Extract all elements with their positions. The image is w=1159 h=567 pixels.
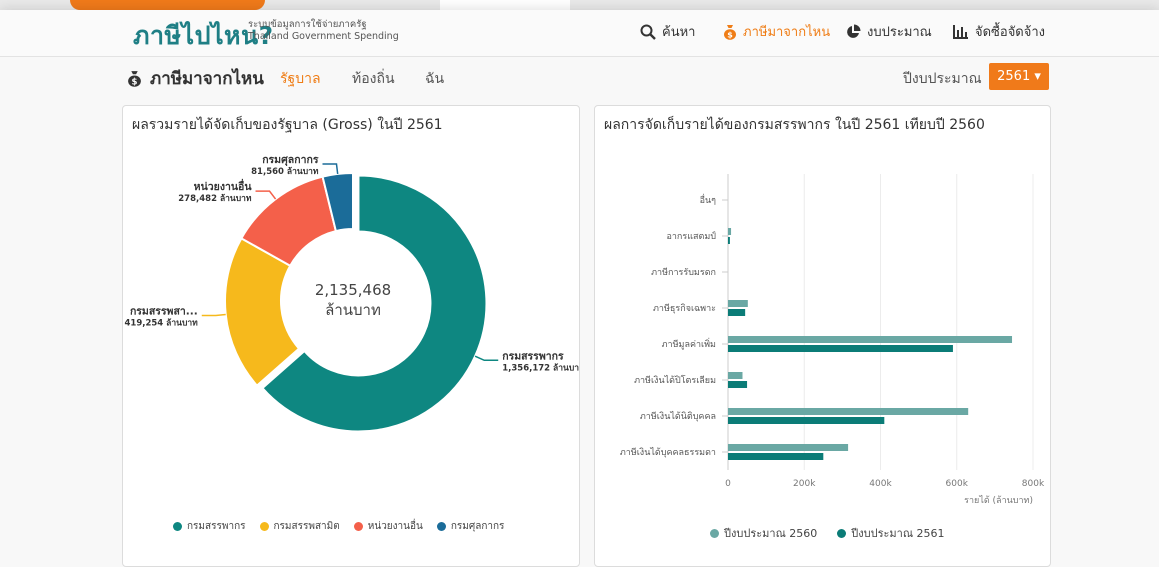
donut-center-unit: ล้านบาท (325, 301, 381, 319)
svg-text:$: $ (727, 30, 733, 39)
donut-value-label: 1,356,172 ล้านบาท (502, 362, 579, 373)
legend-label: กรมสรรพากร (187, 521, 246, 532)
y-tick-label: ภาษีเงินได้นิติบุคคล (640, 411, 716, 422)
legend-item[interactable]: ปีงบประมาณ 2561 (837, 524, 945, 542)
money-bag-icon: $ (724, 24, 736, 40)
x-tick-label: 800k (1022, 479, 1045, 489)
budget-year-label: ปีงบประมาณ (903, 71, 982, 87)
bar[interactable] (728, 228, 732, 235)
nav-tax-source[interactable]: $ ภาษีมาจากไหน (723, 21, 830, 42)
budget-year-select[interactable]: 2561 ▾ (989, 63, 1049, 90)
legend-label: กรมสรรพสามิต (273, 521, 340, 532)
legend-swatch (837, 528, 847, 538)
y-tick-label: ภาษีเงินได้บุคคลธรรมดา (620, 447, 716, 458)
svg-text:$: $ (132, 77, 138, 87)
bar[interactable] (728, 417, 885, 424)
bar[interactable] (728, 372, 743, 379)
donut-leader-line (201, 313, 226, 317)
tab-me[interactable]: ฉัน (425, 68, 444, 90)
nav-procurement[interactable]: จัดซื้อจัดจ้าง (952, 21, 1045, 42)
revenue-department-legend: ปีงบประมาณ 2560 ปีงบประมาณ 2561 (710, 524, 945, 542)
revenue-department-bar-chart: 0 200k 400k 600k 800k อื่นๆอากรแสตมป์ภาษีการร… (620, 174, 1045, 506)
legend-swatch (436, 522, 446, 531)
bar[interactable] (728, 444, 849, 451)
background-orange-ring (70, 0, 265, 10)
gross-revenue-legend: กรมสรรพากร กรมสรรพสามิต หน่วยงานอื่น กรมศุล… (173, 519, 504, 534)
y-tick-label: ภาษีเงินได้ปิโตรเลียม (634, 375, 716, 386)
gross-revenue-donut-chart: กรมสรรพากร1,356,172 ล้านบาท กรมสรรพสา...4… (125, 154, 579, 433)
x-tick-label: 600k (946, 479, 969, 489)
donut-slice-label: กรมสรรพสา... (130, 306, 198, 318)
bar[interactable] (728, 237, 730, 244)
bar[interactable] (728, 381, 748, 388)
nav-budget[interactable]: งบประมาณ (845, 21, 932, 42)
legend-label: ปีงบประมาณ 2561 (851, 527, 945, 540)
x-tick-label: 200k (793, 479, 816, 489)
legend-item[interactable]: หน่วยงานอื่น (353, 519, 423, 534)
bar[interactable] (728, 453, 824, 460)
donut-value-label: 81,560 ล้านบาท (251, 166, 319, 177)
legend-item[interactable]: กรมสรรพสามิต (259, 519, 340, 534)
legend-label: กรมศุลกากร (450, 521, 505, 532)
donut-slice-label: กรมสรรพากร (502, 350, 564, 362)
site-tagline: ระบบข้อมูลการใช้จ่ายภาครัฐ Thailand Gove… (248, 19, 399, 43)
gross-revenue-card: ผลรวมรายได้จัดเก็บของรัฐบาล (Gross) ในปี… (122, 105, 580, 567)
y-tick-label: อื่นๆ (700, 193, 717, 206)
donut-leader-line (255, 190, 277, 200)
legend-label: ปีงบประมาณ 2560 (724, 527, 818, 540)
x-tick-label: 0 (725, 479, 731, 489)
bar[interactable] (728, 336, 1013, 343)
nav-tax-source-label: ภาษีมาจากไหน (743, 25, 831, 40)
donut-leader-line (474, 355, 499, 362)
section-title: $ ภาษีมาจากไหน (127, 65, 264, 92)
x-tick-label: 400k (869, 479, 892, 489)
pie-chart-icon (847, 24, 861, 38)
top-navigation-bar: ภาษีไปไหน? ระบบข้อมูลการใช้จ่ายภาครัฐ Th… (0, 10, 1159, 57)
app-window: ภาษีไปไหน? ระบบข้อมูลการใช้จ่ายภาครัฐ Th… (0, 10, 1159, 567)
y-tick-label: ภาษีธุรกิจเฉพาะ (653, 303, 716, 314)
bar[interactable] (728, 300, 748, 307)
legend-swatch (173, 522, 182, 531)
search-icon (640, 24, 656, 40)
donut-slice-label: หน่วยงานอื่น (194, 178, 253, 193)
donut-center-value: 2,135,468 (315, 281, 391, 299)
bar-chart-icon (953, 24, 968, 39)
nav-search[interactable]: ค้นหา (640, 21, 695, 42)
revenue-department-card: ผลการจัดเก็บรายได้ของกรมสรรพากร ในปี 256… (594, 105, 1051, 567)
legend-item[interactable]: ปีงบประมาณ 2560 (710, 524, 817, 542)
donut-value-label: 278,482 ล้านบาท (178, 193, 252, 204)
donut-value-label: 419,254 ล้านบาท (125, 318, 199, 329)
bar[interactable] (728, 408, 969, 415)
legend-swatch (353, 522, 363, 531)
background-white-patch (440, 0, 570, 10)
y-tick-label: ภาษีมูลค่าเพิ่ม (662, 337, 716, 350)
section-bar: $ ภาษีมาจากไหน รัฐบาล ท้องถิ่น ฉัน ปีงบป… (0, 57, 1159, 99)
tagline-english: Thailand Government Spending (248, 31, 399, 42)
y-tick-label: อากรแสตมป์ (666, 230, 716, 242)
money-bag-icon: $ (128, 71, 141, 87)
bar[interactable] (728, 309, 746, 316)
nav-search-label: ค้นหา (662, 25, 696, 40)
legend-swatch (259, 522, 269, 531)
tagline-thai: ระบบข้อมูลการใช้จ่ายภาครัฐ (248, 19, 367, 30)
legend-swatch (710, 528, 719, 538)
y-tick-label: ภาษีการรับมรดก (651, 267, 716, 278)
legend-item[interactable]: กรมสรรพากร (173, 519, 246, 534)
x-axis-label: รายได้ (ล้านบาท) (964, 495, 1033, 506)
legend-item[interactable]: กรมศุลกากร (436, 519, 505, 534)
donut-leader-line (322, 163, 339, 175)
nav-budget-label: งบประมาณ (867, 25, 932, 40)
tab-local[interactable]: ท้องถิ่น (352, 68, 395, 90)
gross-revenue-title: ผลรวมรายได้จัดเก็บของรัฐบาล (Gross) ในปี… (132, 117, 443, 133)
donut-slice-label: กรมศุลกากร (262, 154, 319, 167)
bar[interactable] (728, 345, 953, 352)
nav-procurement-label: จัดซื้อจัดจ้าง (975, 25, 1046, 40)
revenue-department-title: ผลการจัดเก็บรายได้ของกรมสรรพากร ในปี 256… (604, 117, 985, 133)
legend-label: หน่วยงานอื่น (367, 521, 423, 532)
tab-government[interactable]: รัฐบาล (280, 68, 321, 90)
section-title-label: ภาษีมาจากไหน (150, 69, 264, 89)
